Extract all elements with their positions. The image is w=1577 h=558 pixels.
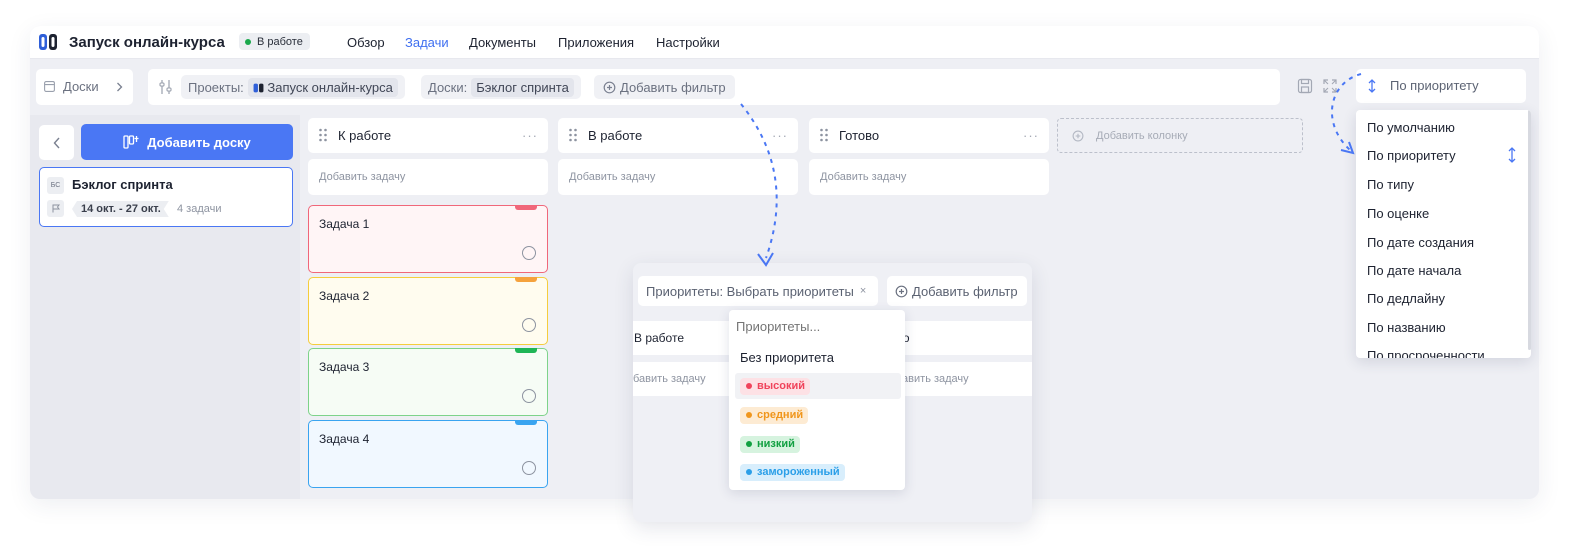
arrow-to-sort-menu	[1331, 73, 1362, 151]
arrow-to-filter-popup	[740, 103, 778, 259]
annotation-arrows	[740, 73, 1362, 267]
arrowhead-down-icon	[757, 252, 774, 267]
